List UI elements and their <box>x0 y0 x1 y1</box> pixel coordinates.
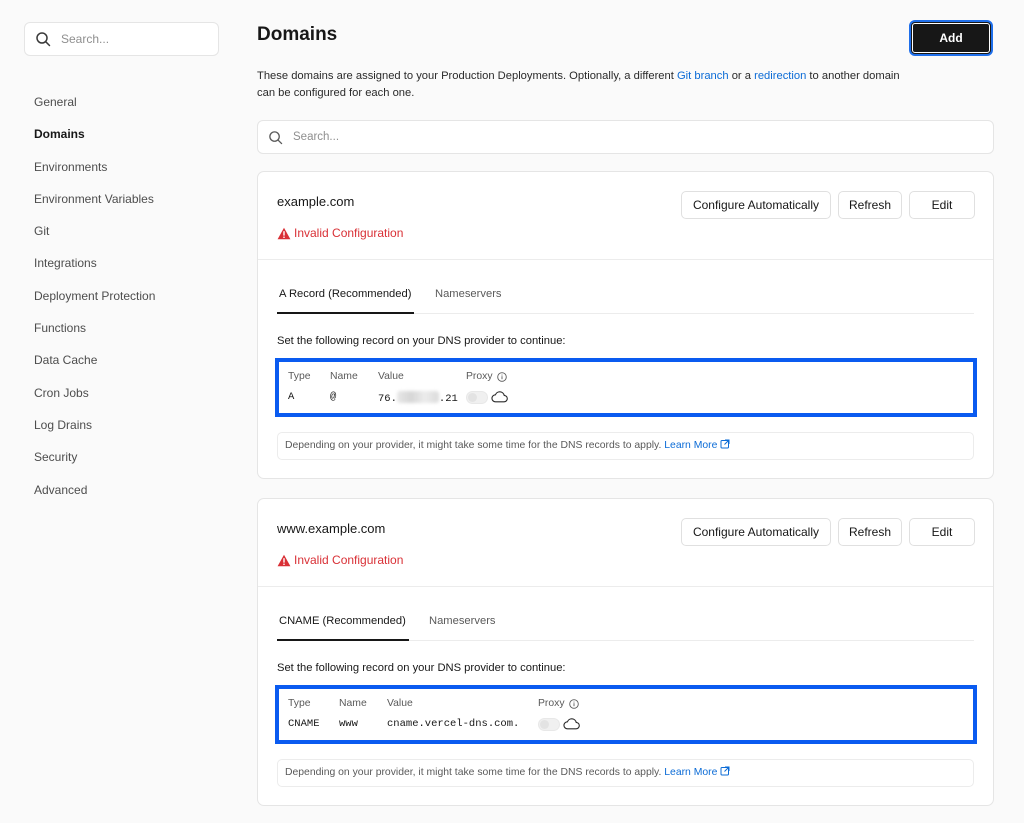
domain-card: www.example.com Invalid Configuration Co… <box>257 498 994 806</box>
sidebar-search[interactable] <box>24 22 219 56</box>
column-header-value: Value <box>378 371 404 382</box>
sidebar-item-environment-variables[interactable]: Environment Variables <box>34 191 155 223</box>
add-domain-button[interactable]: Add <box>909 20 993 56</box>
dns-record-table: Type Name Value Proxy CNAME www cname.ve… <box>275 685 977 744</box>
tab-a-record[interactable]: A Record (Recommended) <box>279 288 411 300</box>
external-link-icon <box>720 766 730 776</box>
sidebar-item-deployment-protection[interactable]: Deployment Protection <box>34 288 155 320</box>
description-text: These domains are assigned to your Produ… <box>257 70 677 82</box>
dns-instruction: Set the following record on your DNS pro… <box>277 662 566 674</box>
active-tab-indicator <box>277 639 409 641</box>
page-description: These domains are assigned to your Produ… <box>257 68 917 102</box>
tab-nameservers[interactable]: Nameservers <box>435 288 502 300</box>
info-icon[interactable] <box>568 698 579 709</box>
record-type: A <box>288 391 295 403</box>
sidebar-item-log-drains[interactable]: Log Drains <box>34 417 155 449</box>
record-value: cname.vercel-dns.com. <box>387 718 520 730</box>
record-name: www <box>339 718 358 730</box>
domain-name: www.example.com <box>277 521 386 536</box>
note-text: Depending on your provider, it might tak… <box>285 767 662 778</box>
proxy-label: Proxy <box>538 698 565 709</box>
dns-record-table: Type Name Value Proxy A @ 76. .21 <box>275 358 977 417</box>
divider <box>258 586 993 587</box>
edit-button[interactable]: Edit <box>909 518 975 546</box>
status-text: Invalid Configuration <box>294 226 404 240</box>
sidebar-item-security[interactable]: Security <box>34 449 155 481</box>
record-tabs: CNAME (Recommended) Nameservers <box>277 609 974 641</box>
domain-search[interactable] <box>257 120 994 154</box>
sidebar-item-general[interactable]: General <box>34 94 155 126</box>
propagation-note: Depending on your provider, it might tak… <box>277 432 974 460</box>
sidebar-item-advanced[interactable]: Advanced <box>34 482 155 514</box>
tab-nameservers[interactable]: Nameservers <box>429 615 496 627</box>
redacted-value <box>396 391 439 403</box>
search-icon <box>269 130 283 144</box>
domain-search-input[interactable] <box>293 131 893 143</box>
warning-icon <box>277 554 291 566</box>
cloud-icon <box>563 718 580 730</box>
record-value: 76. .21 <box>378 391 458 405</box>
column-header-name: Name <box>330 371 358 382</box>
domain-card: example.com Invalid Configuration Config… <box>257 171 994 479</box>
domain-name: example.com <box>277 194 355 209</box>
record-name: @ <box>330 391 337 403</box>
column-header-proxy: Proxy <box>538 698 579 709</box>
description-text: or a <box>728 70 755 82</box>
redirection-link[interactable]: redirection <box>754 70 806 82</box>
tab-cname[interactable]: CNAME (Recommended) <box>279 615 406 627</box>
page-title: Domains <box>257 24 338 45</box>
edit-button[interactable]: Edit <box>909 191 975 219</box>
record-type: CNAME <box>288 718 320 730</box>
search-icon <box>36 32 51 47</box>
column-header-type: Type <box>288 371 311 382</box>
settings-nav: General Domains Environments Environment… <box>34 94 155 514</box>
propagation-note: Depending on your provider, it might tak… <box>277 759 974 787</box>
sidebar-item-domains[interactable]: Domains <box>34 126 155 158</box>
sidebar-item-git[interactable]: Git <box>34 223 155 255</box>
sidebar: General Domains Environments Environment… <box>0 0 240 823</box>
column-header-name: Name <box>339 698 367 709</box>
record-value-prefix: 76. <box>378 393 397 405</box>
divider <box>258 259 993 260</box>
column-header-type: Type <box>288 698 311 709</box>
configure-automatically-button[interactable]: Configure Automatically <box>681 518 831 546</box>
info-icon[interactable] <box>496 371 507 382</box>
proxy-toggle[interactable] <box>538 718 560 731</box>
column-header-proxy: Proxy <box>466 371 507 382</box>
sidebar-search-input[interactable] <box>61 32 201 46</box>
column-header-value: Value <box>387 698 413 709</box>
sidebar-item-integrations[interactable]: Integrations <box>34 255 155 287</box>
note-text: Depending on your provider, it might tak… <box>285 440 662 451</box>
sidebar-item-data-cache[interactable]: Data Cache <box>34 352 155 384</box>
git-branch-link[interactable]: Git branch <box>677 70 729 82</box>
proxy-label: Proxy <box>466 371 493 382</box>
external-link-icon <box>720 439 730 449</box>
proxy-toggle[interactable] <box>466 391 488 404</box>
status-text: Invalid Configuration <box>294 553 404 567</box>
sidebar-item-functions[interactable]: Functions <box>34 320 155 352</box>
record-tabs: A Record (Recommended) Nameservers <box>277 282 974 314</box>
refresh-button[interactable]: Refresh <box>838 518 902 546</box>
active-tab-indicator <box>277 312 414 314</box>
warning-icon <box>277 227 291 239</box>
learn-more-label: Learn More <box>664 767 718 778</box>
record-value-suffix: .21 <box>438 393 458 405</box>
status-badge: Invalid Configuration <box>277 553 403 567</box>
learn-more-link[interactable]: Learn More <box>664 766 730 778</box>
learn-more-link[interactable]: Learn More <box>664 439 730 451</box>
sidebar-item-cron-jobs[interactable]: Cron Jobs <box>34 385 155 417</box>
configure-automatically-button[interactable]: Configure Automatically <box>681 191 831 219</box>
status-badge: Invalid Configuration <box>277 226 403 240</box>
learn-more-label: Learn More <box>664 440 718 451</box>
sidebar-item-environments[interactable]: Environments <box>34 159 155 191</box>
dns-instruction: Set the following record on your DNS pro… <box>277 335 566 347</box>
refresh-button[interactable]: Refresh <box>838 191 902 219</box>
cloud-icon <box>491 391 508 403</box>
